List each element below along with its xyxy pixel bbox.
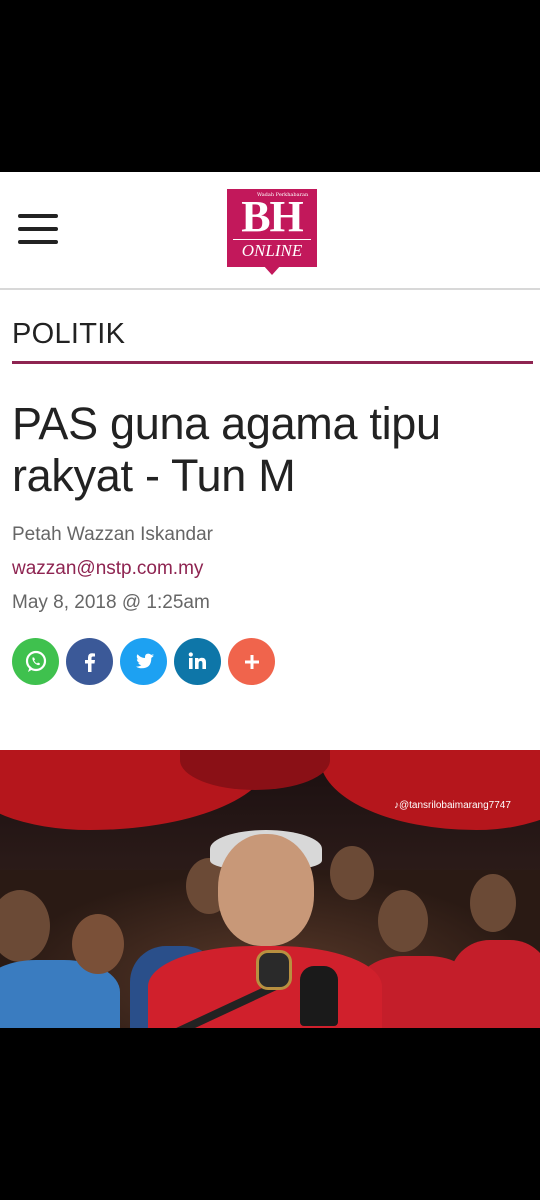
twitter-icon xyxy=(135,653,154,668)
linkedin-icon xyxy=(188,651,206,669)
article-title: PAS guna agama tipu rakyat - Tun M xyxy=(12,398,441,501)
article-photo[interactable]: ♪@tansrilobaimarang7747 xyxy=(0,750,540,1028)
facebook-share-button[interactable] xyxy=(66,638,113,685)
whatsapp-icon xyxy=(25,650,46,672)
section-divider xyxy=(12,361,533,364)
speaker-face xyxy=(218,834,314,946)
author-email-link[interactable]: wazzan@nstp.com.my xyxy=(12,558,203,580)
site-header: Wadah Perkhabaran BH ONLINE xyxy=(0,172,540,290)
whatsapp-share-button[interactable] xyxy=(12,638,59,685)
plus-icon xyxy=(244,654,259,669)
article-page: Wadah Perkhabaran BH ONLINE POLITIK PAS … xyxy=(0,172,540,750)
bh-online-logo[interactable]: Wadah Perkhabaran BH ONLINE xyxy=(227,189,317,277)
article-author: Petah Wazzan Iskandar xyxy=(12,524,214,545)
twitter-share-button[interactable] xyxy=(120,638,167,685)
facebook-icon xyxy=(84,652,95,672)
logo-main-text: BH xyxy=(241,192,304,241)
hamburger-menu-icon[interactable] xyxy=(18,214,58,244)
microphone xyxy=(256,950,292,990)
article-date: May 8, 2018 @ 1:25am xyxy=(12,592,210,613)
linkedin-share-button[interactable] xyxy=(174,638,221,685)
logo-sub-text: ONLINE xyxy=(233,239,311,260)
more-share-button[interactable] xyxy=(228,638,275,685)
section-label[interactable]: POLITIK xyxy=(12,318,125,351)
tiktok-watermark: ♪@tansrilobaimarang7747 xyxy=(394,800,511,811)
